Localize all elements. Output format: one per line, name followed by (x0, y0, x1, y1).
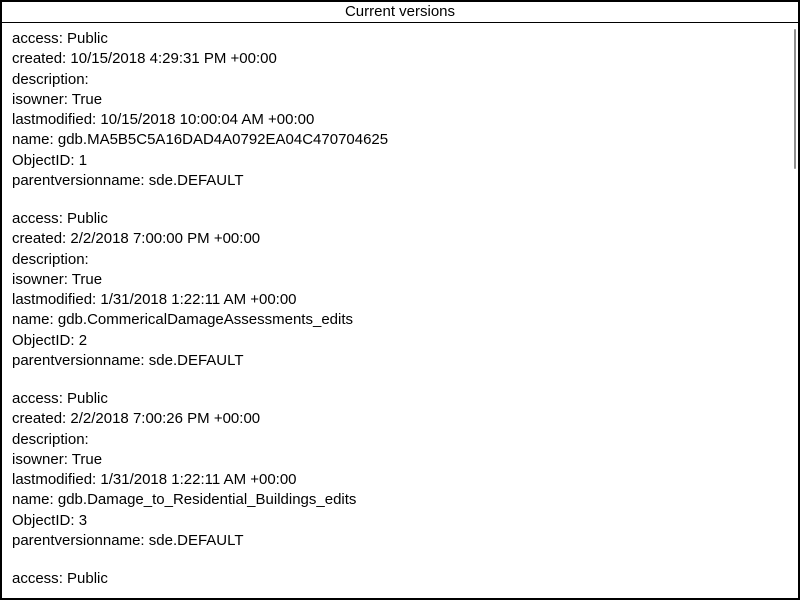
field-value: 1/31/2018 1:22:11 AM +00:00 (100, 471, 296, 488)
field-description: description (12, 70, 788, 90)
field-isowner: isownerTrue (12, 90, 788, 110)
field-access: accessPublic (12, 389, 788, 409)
field-value: sde.DEFAULT (149, 352, 244, 369)
field-value: Public (67, 390, 108, 407)
field-value: gdb.CommericalDamageAssessments_edits (58, 311, 353, 328)
field-value: True (72, 451, 102, 468)
field-value: Public (67, 210, 108, 227)
field-label: name (12, 131, 58, 148)
field-lastmodified: lastmodified10/15/2018 10:00:04 AM +00:0… (12, 110, 788, 130)
field-value: Public (67, 570, 108, 587)
field-label: isowner (12, 451, 72, 468)
field-label: parentversionname (12, 352, 149, 369)
field-label: lastmodified (12, 291, 100, 308)
field-created: created10/15/2018 4:29:31 PM +00:00 (12, 49, 788, 69)
version-record: accessPublic created2/2/2018 7:00:26 PM … (12, 389, 788, 551)
field-access: accessPublic (12, 209, 788, 229)
version-record: accessPublic created10/15/2018 4:29:31 P… (12, 29, 788, 191)
field-label: access (12, 570, 67, 587)
field-value: 3 (79, 512, 87, 529)
field-label: description (12, 251, 89, 268)
field-created: created2/2/2018 7:00:00 PM +00:00 (12, 229, 788, 249)
field-value: Public (67, 30, 108, 47)
version-record: accessPublic created2/2/2018 7:00:00 PM … (12, 209, 788, 371)
field-created: created2/2/2018 7:00:26 PM +00:00 (12, 409, 788, 429)
field-access: accessPublic (12, 29, 788, 49)
field-value: 10/15/2018 10:00:04 AM +00:00 (100, 111, 314, 128)
field-value: True (72, 91, 102, 108)
field-label: access (12, 390, 67, 407)
field-label: ObjectID (12, 512, 79, 529)
field-label: name (12, 311, 58, 328)
field-access: accessPublic (12, 569, 788, 589)
field-isowner: isownerTrue (12, 270, 788, 290)
field-description: description (12, 430, 788, 450)
field-name: namegdb.Damage_to_Residential_Buildings_… (12, 490, 788, 510)
field-parentversionname: parentversionnamesde.DEFAULT (12, 531, 788, 551)
field-value: sde.DEFAULT (149, 172, 244, 189)
field-label: ObjectID (12, 152, 79, 169)
field-value: gdb.MA5B5C5A16DAD4A0792EA04C470704625 (58, 131, 388, 148)
field-label: parentversionname (12, 532, 149, 549)
field-label: created (12, 230, 70, 247)
field-value: 2 (79, 332, 87, 349)
field-value: sde.DEFAULT (149, 532, 244, 549)
field-name: namegdb.MA5B5C5A16DAD4A0792EA04C47070462… (12, 130, 788, 150)
window-frame: Current versions accessPublic created10/… (0, 0, 800, 600)
field-value: 2/2/2018 7:00:00 PM +00:00 (70, 230, 260, 247)
version-record: accessPublic (12, 569, 788, 589)
field-label: isowner (12, 91, 72, 108)
field-label: ObjectID (12, 332, 79, 349)
field-isowner: isownerTrue (12, 450, 788, 470)
field-label: access (12, 210, 67, 227)
window-title: Current versions (345, 3, 455, 20)
field-label: access (12, 30, 67, 47)
field-label: description (12, 431, 89, 448)
field-objectid: ObjectID3 (12, 511, 788, 531)
field-value: 2/2/2018 7:00:26 PM +00:00 (70, 410, 260, 427)
field-value: 10/15/2018 4:29:31 PM +00:00 (70, 50, 276, 67)
field-label: created (12, 50, 70, 67)
field-objectid: ObjectID2 (12, 331, 788, 351)
content-scroll-area[interactable]: accessPublic created10/15/2018 4:29:31 P… (2, 23, 798, 598)
field-label: created (12, 410, 70, 427)
field-label: lastmodified (12, 111, 100, 128)
field-parentversionname: parentversionnamesde.DEFAULT (12, 351, 788, 371)
content-wrap: accessPublic created10/15/2018 4:29:31 P… (2, 23, 798, 598)
field-label: lastmodified (12, 471, 100, 488)
field-label: description (12, 71, 89, 88)
field-value: True (72, 271, 102, 288)
field-value: 1/31/2018 1:22:11 AM +00:00 (100, 291, 296, 308)
field-value: gdb.Damage_to_Residential_Buildings_edit… (58, 491, 357, 508)
field-name: namegdb.CommericalDamageAssessments_edit… (12, 310, 788, 330)
field-label: parentversionname (12, 172, 149, 189)
field-lastmodified: lastmodified1/31/2018 1:22:11 AM +00:00 (12, 290, 788, 310)
field-description: description (12, 250, 788, 270)
field-value: 1 (79, 152, 87, 169)
field-label: isowner (12, 271, 72, 288)
field-objectid: ObjectID1 (12, 151, 788, 171)
field-label: name (12, 491, 58, 508)
scrollbar-thumb[interactable] (794, 29, 796, 169)
titlebar: Current versions (2, 2, 798, 23)
field-parentversionname: parentversionnamesde.DEFAULT (12, 171, 788, 191)
field-lastmodified: lastmodified1/31/2018 1:22:11 AM +00:00 (12, 470, 788, 490)
